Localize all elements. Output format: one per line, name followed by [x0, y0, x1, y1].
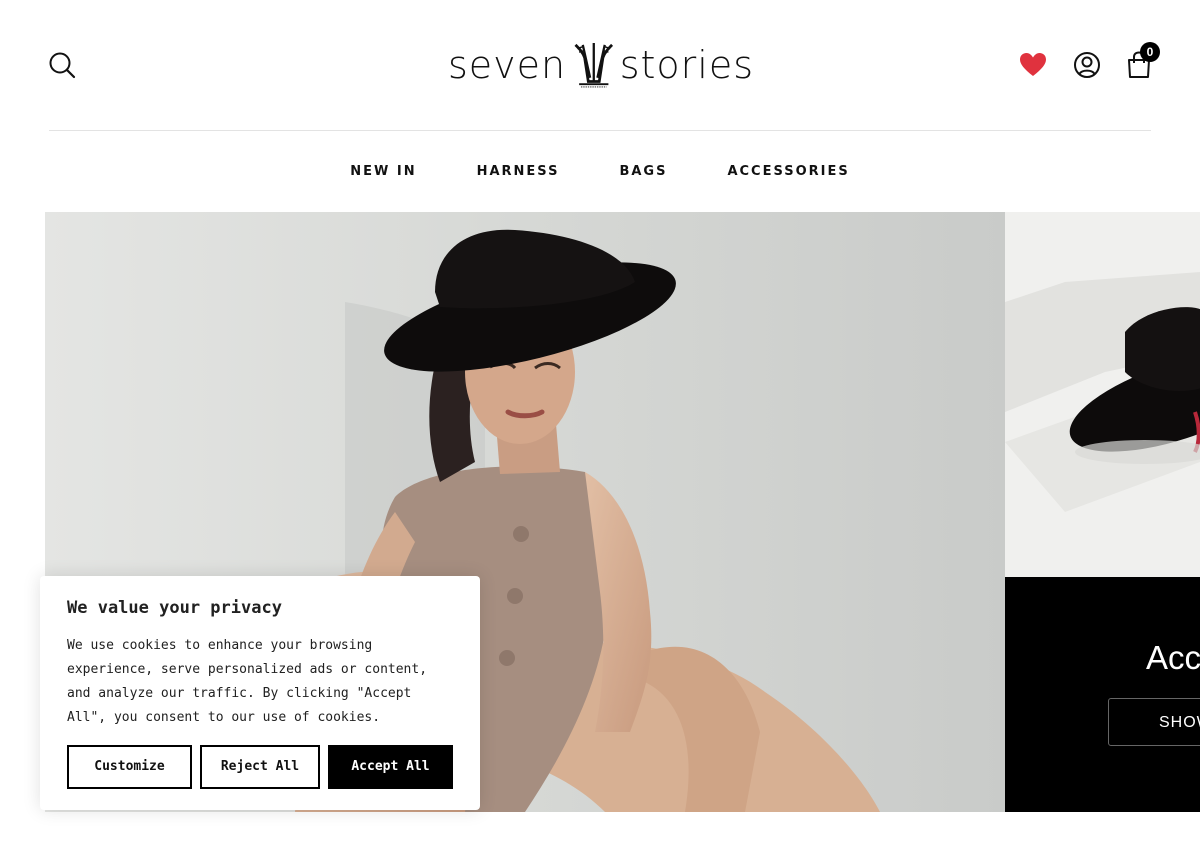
cookie-consent-banner: We value your privacy We use cookies to …	[40, 576, 480, 810]
search-icon	[49, 52, 76, 79]
logo-word-left: seven	[448, 43, 567, 87]
nav-item-accessories[interactable]: ACCESSORIES	[727, 164, 849, 179]
promo-title: Acc	[1146, 639, 1200, 676]
heart-icon	[1020, 53, 1046, 76]
logo-word-right: stories	[619, 43, 754, 87]
search-button[interactable]	[48, 51, 78, 81]
promo-show-button[interactable]: SHOW	[1108, 698, 1200, 746]
site-logo[interactable]: seven stories	[448, 38, 754, 92]
cart-count-badge: 0	[1140, 42, 1160, 62]
logo-mark-icon	[574, 43, 614, 88]
accept-all-button[interactable]: Accept All	[328, 745, 453, 789]
customize-button[interactable]: Customize	[67, 745, 192, 789]
cookie-description: We use cookies to enhance your browsing …	[67, 638, 428, 725]
wishlist-button[interactable]	[1018, 50, 1048, 80]
reject-all-button[interactable]: Reject All	[200, 745, 320, 789]
hat-photo	[1005, 212, 1200, 577]
main-navigation: NEW IN HARNESS BAGS ACCESSORIES	[0, 131, 1200, 211]
site-header: seven stories 0	[0, 0, 1200, 131]
nav-item-bags[interactable]: BAGS	[619, 164, 667, 179]
nav-item-new-in[interactable]: NEW IN	[350, 164, 416, 179]
hero-secondary-image[interactable]	[1005, 212, 1200, 577]
user-icon	[1074, 52, 1100, 78]
account-button[interactable]	[1072, 50, 1102, 80]
nav-item-harness[interactable]: HARNESS	[477, 164, 560, 179]
cookie-title: We value your privacy	[67, 598, 282, 618]
promo-panel: Acc SHOW	[1005, 577, 1200, 812]
